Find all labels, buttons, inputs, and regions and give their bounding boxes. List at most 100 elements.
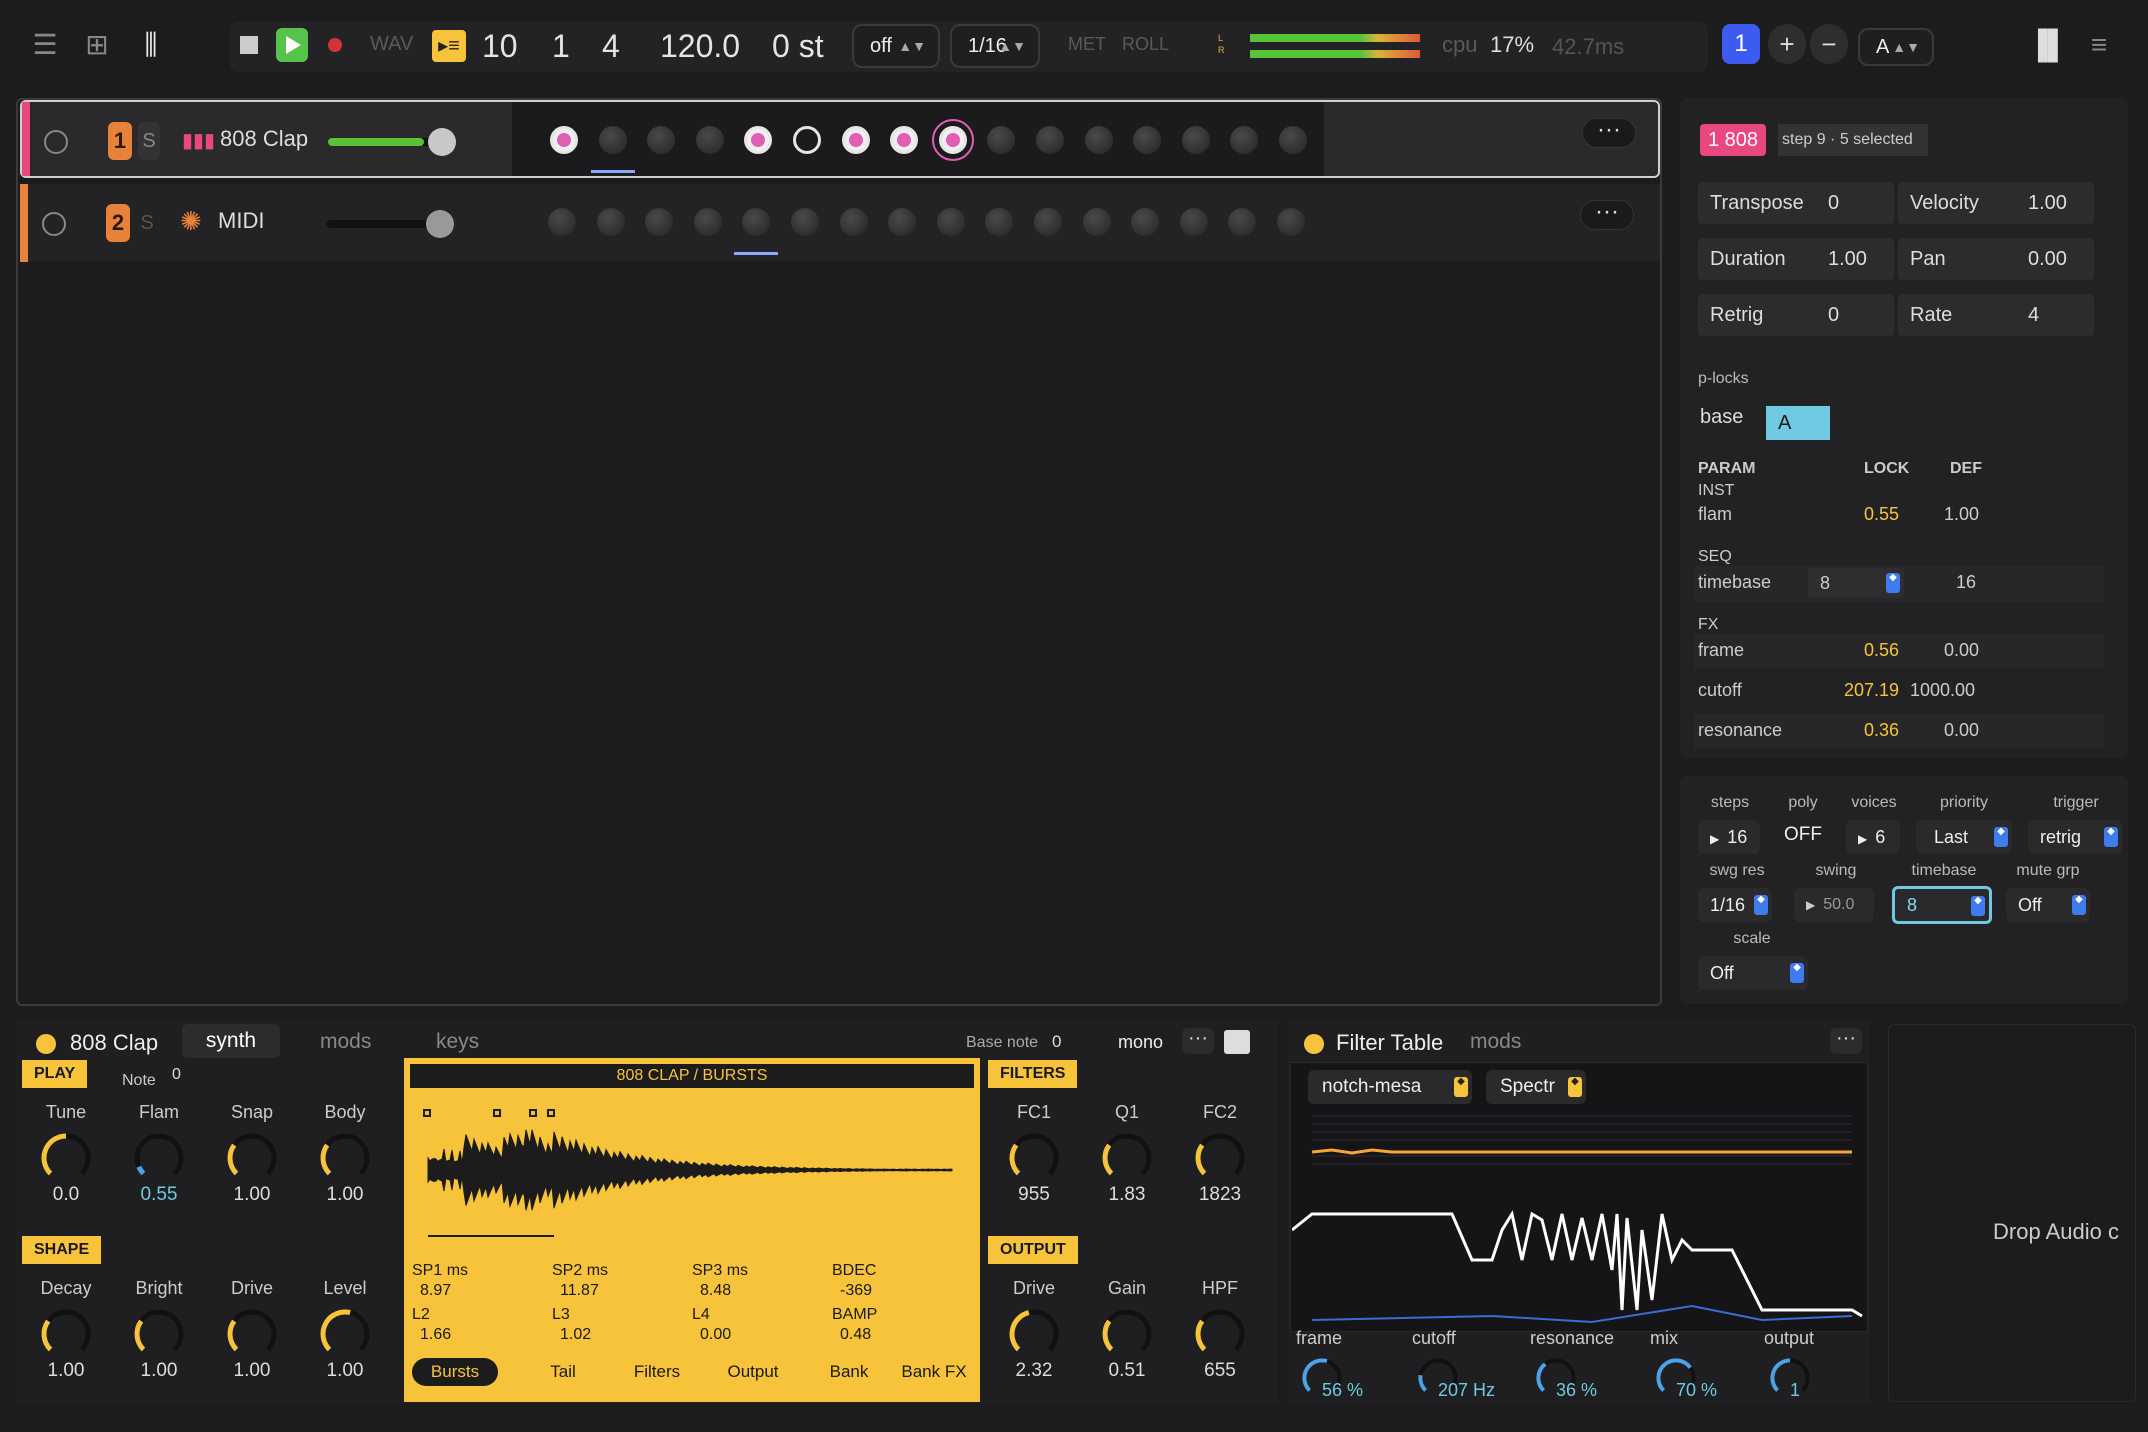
step-button[interactable]: [1034, 208, 1062, 236]
param-transpose[interactable]: Transpose 0: [1698, 182, 1894, 224]
track-select-circle[interactable]: [44, 130, 68, 154]
plock-row-frame[interactable]: frame 0.56 0.00: [1694, 634, 2104, 668]
burst-param-value[interactable]: 1.02: [560, 1326, 591, 1344]
swing-res-select[interactable]: 1/16 ◆: [1698, 888, 1772, 922]
burst-tab[interactable]: Bursts: [412, 1358, 498, 1386]
track-name[interactable]: MIDI: [218, 208, 264, 234]
plock-row-cutoff[interactable]: cutoff 207.19 1000.00: [1694, 674, 2104, 708]
burst-param-value[interactable]: 8.48: [700, 1282, 731, 1300]
track-number[interactable]: 2: [106, 204, 130, 242]
filter-table-mods-tab[interactable]: mods: [1470, 1030, 1521, 1054]
fader-knob[interactable]: [428, 128, 456, 156]
sequencer-view-icon[interactable]: ⫼: [134, 28, 168, 62]
track-more-button[interactable]: ···: [1582, 118, 1636, 148]
step-button[interactable]: [931, 119, 974, 161]
steps-field[interactable]: ▶ 16: [1698, 820, 1760, 854]
volume-fader[interactable]: [326, 210, 454, 238]
audio-drop-zone[interactable]: Drop Audio c: [1888, 1024, 2136, 1402]
step-button[interactable]: [936, 208, 965, 236]
tab-keys[interactable]: keys: [436, 1030, 479, 1054]
solo-button[interactable]: S: [138, 122, 160, 160]
mono-toggle[interactable]: mono: [1118, 1032, 1163, 1053]
plock-row-resonance[interactable]: resonance 0.36 0.00: [1694, 714, 2104, 748]
step-button[interactable]: [1181, 126, 1210, 154]
poly-toggle[interactable]: OFF: [1784, 824, 1822, 846]
step-button[interactable]: [1036, 126, 1064, 154]
param-retrig[interactable]: Retrig 0: [1698, 294, 1894, 336]
play-button[interactable]: [276, 28, 308, 62]
burst-tab[interactable]: Output: [710, 1358, 796, 1386]
step-button[interactable]: [791, 208, 819, 236]
filter-preset-select[interactable]: notch-mesa ◆: [1308, 1070, 1472, 1104]
priority-select[interactable]: Last ◆: [1916, 820, 2012, 854]
remove-pattern-button[interactable]: −: [1810, 24, 1848, 64]
step-button[interactable]: [695, 126, 724, 154]
timebase-lock-select[interactable]: 8 ◆: [1808, 568, 1904, 598]
piano-roll-icon[interactable]: ⊞: [80, 28, 114, 62]
burst-tab[interactable]: Tail: [520, 1358, 606, 1386]
step-button[interactable]: [841, 126, 870, 154]
knob[interactable]: [1192, 1130, 1248, 1186]
knob[interactable]: [131, 1306, 187, 1362]
semitone-display[interactable]: 0 st: [772, 26, 824, 66]
knob[interactable]: [1192, 1306, 1248, 1362]
plock-row-timebase[interactable]: timebase 8 ◆ 16: [1694, 566, 2104, 602]
list-view-icon[interactable]: ☰: [28, 28, 62, 62]
track-name[interactable]: 808 Clap: [220, 126, 308, 152]
tab-synth[interactable]: synth: [182, 1024, 280, 1058]
menu-icon[interactable]: ≡: [2082, 28, 2116, 62]
step-button[interactable]: [890, 126, 919, 154]
waveform-display[interactable]: [414, 1096, 974, 1246]
knob[interactable]: [224, 1306, 280, 1362]
track-row[interactable]: 2 S ✺ MIDI ···: [20, 184, 1660, 262]
base-note-value[interactable]: 0: [1052, 1032, 1061, 1052]
sub-display[interactable]: 4: [602, 26, 620, 66]
step-button[interactable]: [1082, 208, 1111, 236]
burst-param-value[interactable]: -369: [840, 1282, 872, 1300]
save-preset-icon[interactable]: [1224, 1030, 1250, 1054]
solo-button[interactable]: S: [136, 204, 158, 242]
quantize-select[interactable]: off ▲▼: [852, 24, 940, 68]
metronome-toggle[interactable]: MET: [1068, 34, 1106, 55]
stop-icon[interactable]: [240, 36, 258, 54]
voices-field[interactable]: ▶ 6: [1846, 820, 1900, 854]
param-pan[interactable]: Pan 0.00: [1898, 238, 2094, 280]
track-more-button[interactable]: ···: [1580, 200, 1634, 230]
step-button[interactable]: [1228, 208, 1257, 236]
step-button[interactable]: [1084, 126, 1113, 154]
step-button[interactable]: [693, 208, 722, 236]
step-button[interactable]: [548, 208, 576, 236]
knob[interactable]: [224, 1130, 280, 1186]
volume-fader[interactable]: [328, 128, 456, 156]
pattern-number[interactable]: 1: [1722, 24, 1760, 64]
step-button[interactable]: [647, 126, 676, 154]
tab-mods[interactable]: mods: [320, 1030, 371, 1054]
fader-knob[interactable]: [426, 210, 454, 238]
burst-param-value[interactable]: 11.87: [560, 1282, 599, 1300]
wav-label[interactable]: WAV: [370, 33, 413, 56]
instrument-more-button[interactable]: ···: [1182, 1028, 1214, 1054]
knob[interactable]: [1006, 1130, 1062, 1186]
step-button[interactable]: [598, 126, 627, 154]
step-button[interactable]: [1279, 126, 1307, 154]
step-button[interactable]: [793, 126, 821, 154]
step-button[interactable]: [1179, 208, 1208, 236]
knob[interactable]: [1099, 1306, 1155, 1362]
filter-mode-select[interactable]: Spectr ◆: [1486, 1070, 1586, 1104]
burst-param-value[interactable]: 0.00: [700, 1326, 731, 1344]
burst-tab[interactable]: Filters: [614, 1358, 700, 1386]
timebase-select[interactable]: 8 ◆: [1892, 886, 1992, 924]
knob[interactable]: [1099, 1130, 1155, 1186]
note-value[interactable]: 0: [172, 1066, 181, 1084]
param-rate[interactable]: Rate 4: [1898, 294, 2094, 336]
step-button[interactable]: [1131, 208, 1160, 236]
burst-param-value[interactable]: 1.66: [420, 1326, 451, 1344]
track-row[interactable]: 1 S ▮▮▮ 808 Clap ···: [20, 100, 1660, 178]
step-button[interactable]: [888, 208, 917, 236]
plock-row-flam[interactable]: flam 0.55 1.00: [1694, 504, 2104, 534]
step-button[interactable]: [839, 208, 868, 236]
param-duration[interactable]: Duration 1.00: [1698, 238, 1894, 280]
step-button[interactable]: [1277, 208, 1305, 236]
step-button[interactable]: [742, 208, 771, 236]
scale-select[interactable]: Off ◆: [1698, 956, 1808, 990]
